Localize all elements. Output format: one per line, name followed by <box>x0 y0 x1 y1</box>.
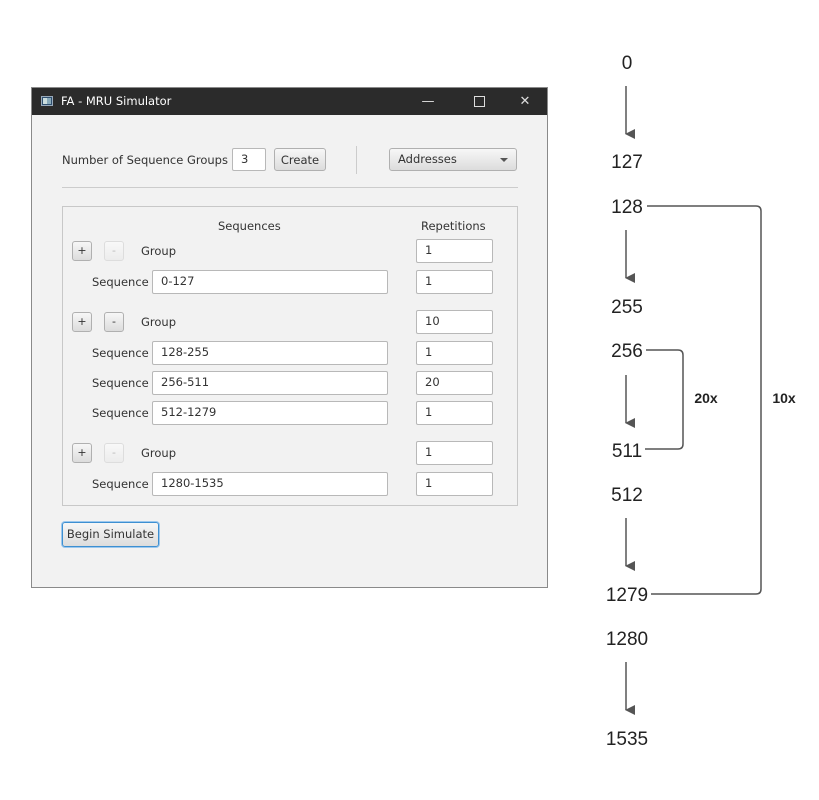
diagram-number: 1280 <box>606 629 648 650</box>
diagram-number: 511 <box>612 441 642 462</box>
diagram-number: 127 <box>611 152 643 173</box>
diagram-number: 0 <box>622 53 633 74</box>
diagram-number: 1535 <box>606 729 648 750</box>
diagram-number: 128 <box>611 197 643 218</box>
diagram-number: 1279 <box>606 585 648 606</box>
diagram-number: 512 <box>611 485 643 506</box>
inner-loop-label: 20x <box>694 390 718 406</box>
inner-loop-bracket <box>645 349 684 450</box>
outer-loop-label: 10x <box>772 390 796 406</box>
address-flow-diagram: 0 127 128 255 256 511 512 1279 1280 1535… <box>606 53 796 750</box>
diagram-number: 256 <box>611 341 643 362</box>
diagram-number: 255 <box>611 297 643 318</box>
